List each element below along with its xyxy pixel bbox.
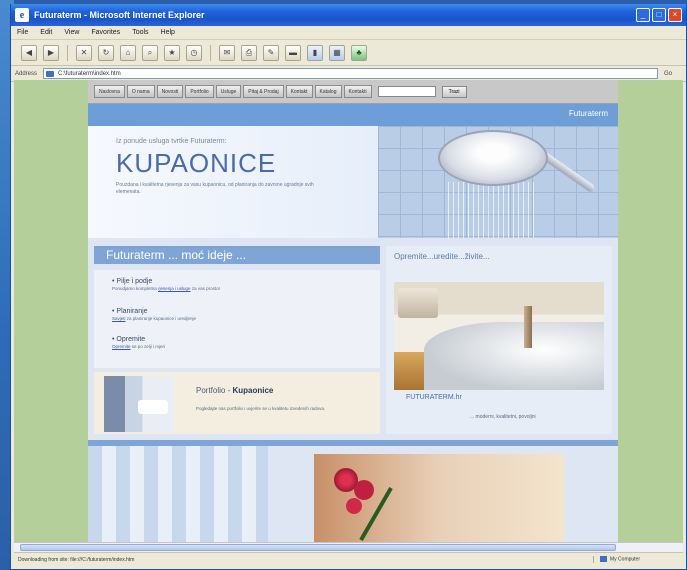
feature-title: • Planiranje xyxy=(112,308,148,315)
site-nav: Naslovna O nama Novosti Portfolio Usluge… xyxy=(88,80,618,104)
promo-brand[interactable]: FUTURATERM.hr xyxy=(406,394,462,401)
ie-icon: e xyxy=(15,8,29,22)
shower-head-image xyxy=(438,130,548,186)
feature-title: • Pilje i podje xyxy=(112,278,153,285)
feature-desc: Opremite se po zelji i mjeri xyxy=(112,344,166,349)
menu-file[interactable]: File xyxy=(17,29,28,36)
flower-stem xyxy=(359,487,393,541)
favorites-icon[interactable]: ★ xyxy=(164,44,180,61)
menu-bar: File Edit View Favorites Tools Help xyxy=(11,26,686,40)
page-viewport: Naslovna O nama Novosti Portfolio Usluge… xyxy=(14,80,683,542)
nav-item[interactable]: Kontakt xyxy=(285,85,313,98)
portfolio-title[interactable]: Portfolio - Kupaonice xyxy=(196,386,273,395)
nav-item[interactable]: Novosti xyxy=(156,85,184,98)
nav-item[interactable]: Portfolio xyxy=(185,85,214,98)
flower-image xyxy=(314,454,564,542)
tub-image xyxy=(424,322,604,390)
site-search-input[interactable] xyxy=(377,86,436,97)
search-icon[interactable]: ⌕ xyxy=(142,44,158,61)
security-zone: My Computer xyxy=(593,556,683,563)
bathtub-image xyxy=(394,282,604,390)
address-input[interactable]: C:\futuraterm\index.htm xyxy=(43,68,658,79)
research-icon[interactable]: ▦ xyxy=(329,44,345,61)
hero-title: KUPAONICE xyxy=(116,148,277,178)
nav-item[interactable]: Usluge xyxy=(215,85,242,98)
features-list: • Pilje i podje Ponudjamo kompletna rjes… xyxy=(94,270,380,368)
brand-strip: Futuraterm xyxy=(88,104,618,126)
title-bar[interactable]: e Futuraterm - Microsoft Internet Explor… xyxy=(11,4,686,26)
address-label: Address xyxy=(15,70,38,77)
nav-item[interactable]: Kontakti xyxy=(343,85,372,98)
mail-icon[interactable]: ✉ xyxy=(219,44,235,61)
close-button[interactable]: × xyxy=(668,8,682,22)
feature-link[interactable]: rjesenja i usluge xyxy=(158,286,191,291)
feature-link[interactable]: Savjeti xyxy=(112,316,126,321)
menu-tools[interactable]: Tools xyxy=(132,29,148,36)
hero-subtitle: Iz ponude usluga tvrtke Futuraterm: xyxy=(116,138,227,145)
home-icon[interactable]: ⌂ xyxy=(120,44,136,61)
slogan-band: Futuraterm ... moć ideje ... xyxy=(94,246,380,264)
hero-text: Pouzdana i kvalitetna rjesenja za vasu k… xyxy=(116,182,314,195)
print-icon[interactable]: ⎙ xyxy=(241,44,257,61)
promo-column: Opremite...uredite...živite... FUTURATER… xyxy=(386,246,612,434)
site-search-button[interactable]: Trazi xyxy=(441,85,467,98)
menu-favorites[interactable]: Favorites xyxy=(91,29,120,36)
feature-item: • Opremite Opremite se po zelji i mjeri xyxy=(112,336,165,349)
edit-icon[interactable]: ✎ xyxy=(263,44,279,61)
toolbar-separator xyxy=(210,44,211,61)
status-text: Downloading from site: file:///C:/futura… xyxy=(18,556,135,563)
feature-desc: Ponudjamo kompletna rjesenja i usluge za… xyxy=(112,286,221,291)
portfolio-text: Pogledajte nas portfolio i uvjerite se u… xyxy=(196,406,326,411)
faucet-image xyxy=(524,306,532,348)
towels-image xyxy=(398,288,438,318)
back-icon[interactable]: ◀ xyxy=(21,44,37,61)
stop-icon[interactable]: ✕ xyxy=(76,44,92,61)
extra-icon[interactable]: ♣ xyxy=(351,44,367,61)
portfolio-box[interactable]: Portfolio - Kupaonice Pogledajte nas por… xyxy=(94,372,380,434)
nav-item[interactable]: Pitaj & Prodaj xyxy=(243,85,284,98)
feature-title: • Opremite xyxy=(112,336,146,343)
shower-cabin-image xyxy=(88,446,268,542)
window-title: Futuraterm - Microsoft Internet Explorer xyxy=(34,10,205,20)
window-controls: _ □ × xyxy=(636,8,682,22)
toolbar: ◀ ▶ ✕ ↻ ⌂ ⌕ ★ ◷ ✉ ⎙ ✎ ▬ ▮ ▦ ♣ xyxy=(11,40,686,66)
go-button[interactable]: Go xyxy=(664,71,686,77)
menu-help[interactable]: Help xyxy=(161,29,175,36)
refresh-icon[interactable]: ↻ xyxy=(98,44,114,61)
scrollbar-thumb[interactable] xyxy=(20,544,616,551)
messenger-icon[interactable]: ▮ xyxy=(307,44,323,61)
status-bar: Downloading from site: file:///C:/futura… xyxy=(14,552,683,566)
nav-item[interactable]: Katalog xyxy=(314,85,342,98)
hero-banner: Iz ponude usluga tvrtke Futuraterm: KUPA… xyxy=(88,126,618,238)
feature-link[interactable]: Opremite xyxy=(112,344,131,349)
website: Naslovna O nama Novosti Portfolio Usluge… xyxy=(88,80,618,542)
promo-heading: Opremite...uredite...živite... xyxy=(394,252,490,261)
minimize-button[interactable]: _ xyxy=(636,8,650,22)
horizontal-scrollbar[interactable] xyxy=(14,542,683,552)
feature-item: • Planiranje Savjeti za planiranje kupao… xyxy=(112,308,196,321)
nav-item[interactable]: O nama xyxy=(126,85,155,98)
promo-tagline: ... moderni, kvalitetni, povoljni xyxy=(470,414,536,420)
discuss-icon[interactable]: ▬ xyxy=(285,44,301,61)
history-icon[interactable]: ◷ xyxy=(186,44,202,61)
feature-item: • Pilje i podje Ponudjamo kompletna rjes… xyxy=(112,278,220,291)
nav-item[interactable]: Naslovna xyxy=(94,85,125,98)
feature-desc: Savjeti za planiranje kupaonice i uredje… xyxy=(112,316,197,321)
toolbar-separator xyxy=(67,44,68,61)
forward-icon[interactable]: ▶ xyxy=(43,44,59,61)
portfolio-image[interactable] xyxy=(104,376,174,432)
maximize-button[interactable]: □ xyxy=(652,8,666,22)
bottom-gallery xyxy=(88,440,618,542)
water-stream-image xyxy=(448,182,538,238)
flower-bloom xyxy=(334,468,358,492)
menu-view[interactable]: View xyxy=(64,29,79,36)
menu-edit[interactable]: Edit xyxy=(40,29,52,36)
